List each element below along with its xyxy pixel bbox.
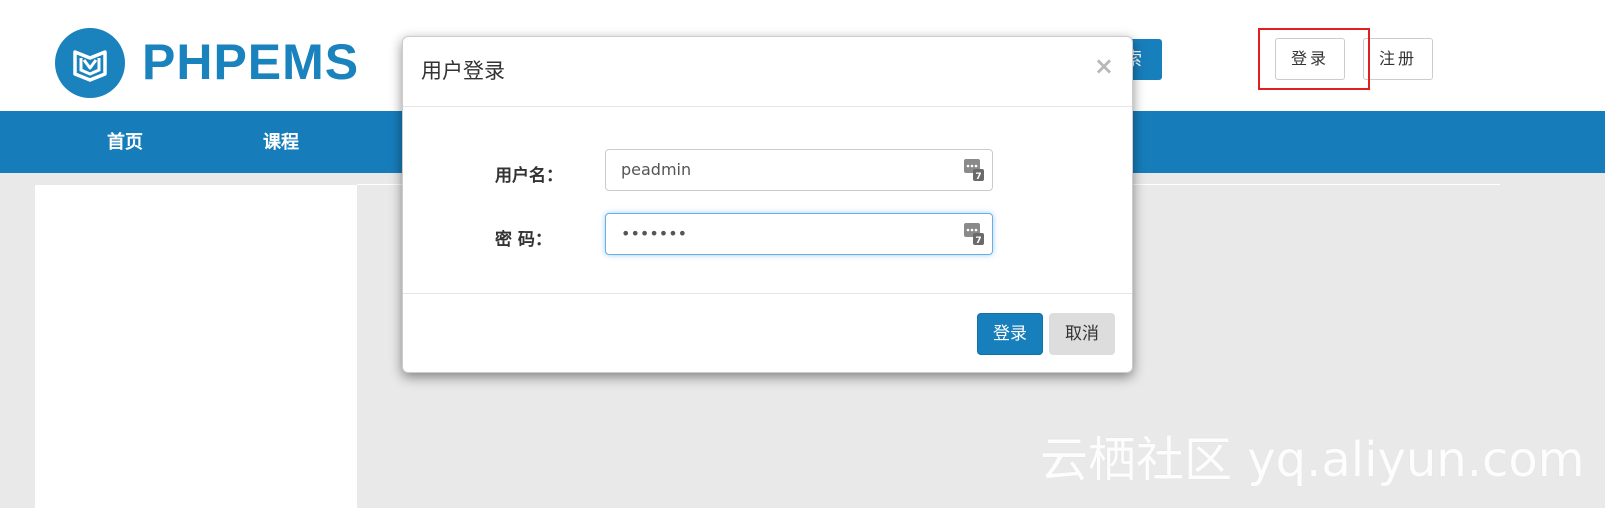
close-icon[interactable]: × [1094,51,1114,81]
nav-item-home[interactable]: 首页 [107,111,143,173]
svg-text:7: 7 [975,172,981,181]
modal-header: 用户登录 × [403,37,1132,107]
username-label: 用户名： [495,166,563,186]
watermark: 云栖社区 yq.aliyun.com [1040,432,1585,488]
search-button[interactable]: 索 [1128,39,1162,80]
password-field[interactable]: ••••••• 7 [605,213,993,255]
username-value: peadmin [621,160,692,179]
svg-text:7: 7 [975,236,981,245]
username-field[interactable]: peadmin 7 [605,149,993,191]
cancel-button[interactable]: 取消 [1049,313,1115,355]
nav-item-courses[interactable]: 课程 [263,111,299,173]
password-label: 密 码： [495,230,552,250]
logo-text[interactable]: PHPEMS [142,32,359,92]
highlight-annotation [1258,28,1370,90]
sidebar-panel [35,185,357,508]
password-manager-icon[interactable]: 7 [964,223,984,245]
password-manager-icon[interactable]: 7 [964,159,984,181]
logo-icon[interactable] [55,28,125,98]
register-button[interactable]: 注册 [1363,38,1433,80]
login-modal: 用户登录 × 用户名： peadmin 7 密 码： ••••••• 7 登录 … [402,36,1133,373]
modal-footer: 登录 取消 [403,293,1132,374]
modal-title: 用户登录 [421,59,505,83]
password-value: ••••••• [621,224,688,243]
submit-login-button[interactable]: 登录 [977,313,1043,355]
